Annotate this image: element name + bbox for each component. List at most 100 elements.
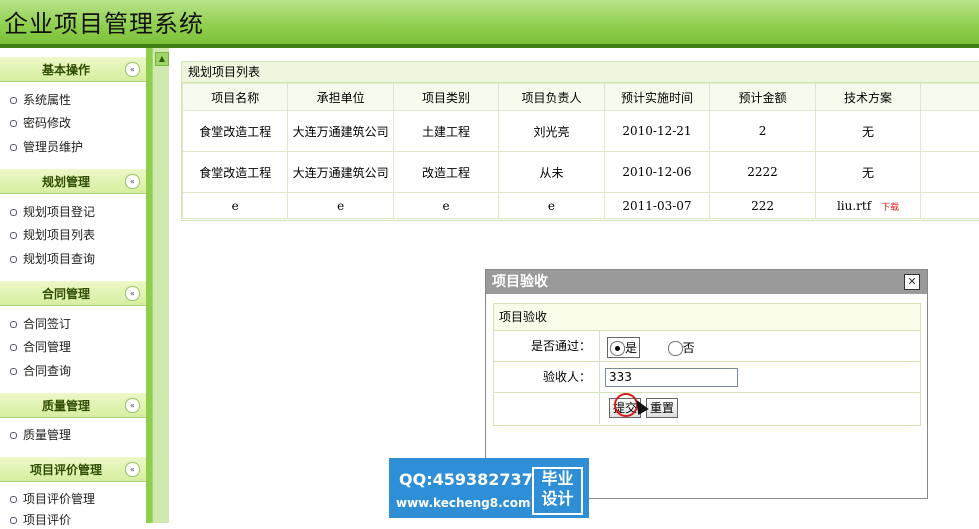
bullet-icon (10, 209, 17, 216)
bullet-icon (10, 144, 17, 151)
sidebar-item-label: 密码修改 (23, 116, 71, 130)
download-link[interactable]: 下载 (881, 203, 899, 213)
table-cell: 无 (815, 152, 921, 193)
bullet-icon (10, 368, 17, 375)
table-cell: 土建工程 (393, 111, 498, 152)
table-cell: 2222 (710, 152, 816, 193)
table-row[interactable]: 食堂改造工程 大连万通建筑公司 土建工程 刘光亮 2010-12-21 2 无 (183, 111, 979, 152)
table-cell (921, 193, 979, 219)
sidebar-item-evaluation[interactable]: 项目评价 (10, 511, 71, 529)
column-header: 承担单位 (288, 84, 393, 111)
sidebar-splitter[interactable]: ▲ (152, 48, 169, 523)
inspector-label: 验收人： (494, 362, 600, 392)
collapse-icon[interactable]: « (125, 174, 140, 189)
project-table: 项目名称 承担单位 项目类别 项目负责人 预计实施时间 预计金额 技术方案 食堂… (182, 83, 979, 219)
pass-yes-option[interactable]: 是 (607, 337, 640, 358)
sidebar-group-title: 基本操作 (0, 61, 132, 78)
table-cell: e (288, 193, 393, 219)
collapse-icon[interactable]: « (125, 62, 140, 77)
table-cell (921, 111, 979, 152)
sidebar-group-planning[interactable]: 规划管理 « (0, 169, 146, 194)
sidebar-item-quality[interactable]: 质量管理 (10, 426, 71, 444)
sidebar-group-title: 项目评价管理 (0, 461, 132, 478)
sidebar-item-admin[interactable]: 管理员维护 (10, 138, 83, 156)
dialog-titlebar[interactable]: 项目验收 ✕ (486, 270, 927, 294)
table-row[interactable]: e e e e 2011-03-07 222 liu.rtf下载 (183, 193, 979, 219)
bullet-icon (10, 432, 17, 439)
sidebar-item-label: 合同管理 (23, 340, 71, 354)
table-row[interactable]: 食堂改造工程 大连万通建筑公司 改造工程 从未 2010-12-06 2222 … (183, 152, 979, 193)
watermark-tag: 毕业 设计 (532, 467, 583, 515)
table-cell: 大连万通建筑公司 (288, 152, 393, 193)
app-header: 企业项目管理系统 (0, 0, 979, 44)
pass-options: 是 否 (607, 337, 697, 358)
action-label-cell (494, 393, 600, 424)
sidebar-group-quality[interactable]: 质量管理 « (0, 393, 146, 418)
column-header: 项目名称 (183, 84, 288, 111)
collapse-icon[interactable]: « (125, 398, 140, 413)
reset-button[interactable]: 重置 (646, 398, 678, 418)
sidebar-item-contract-query[interactable]: 合同查询 (10, 362, 71, 380)
sidebar-item-label: 项目评价 (23, 513, 71, 527)
collapse-icon[interactable]: « (125, 462, 140, 477)
table-cell: 从未 (499, 152, 604, 193)
sidebar-item-label: 规划项目列表 (23, 228, 95, 242)
project-list-panel: 规划项目列表 项目名称 承担单位 项目类别 项目负责人 预计实施时间 预计金额 … (181, 61, 979, 221)
table-cell: e (499, 193, 604, 219)
table-cell: e (183, 193, 288, 219)
sidebar-item-plan-query[interactable]: 规划项目查询 (10, 250, 95, 268)
table-cell: 2010-12-21 (604, 111, 710, 152)
table-cell: 无 (815, 111, 921, 152)
table-cell: 食堂改造工程 (183, 152, 288, 193)
pass-row: 是否通过： 是 否 (494, 331, 920, 362)
dialog-title: 项目验收 (492, 274, 548, 290)
radio-no-label: 否 (683, 341, 695, 355)
table-header-row: 项目名称 承担单位 项目类别 项目负责人 预计实施时间 预计金额 技术方案 (183, 84, 979, 111)
sidebar-item-contract-sign[interactable]: 合同签订 (10, 315, 71, 333)
table-cell: 改造工程 (393, 152, 498, 193)
sidebar-group-evaluation[interactable]: 项目评价管理 « (0, 457, 146, 482)
table-cell: e (393, 193, 498, 219)
table-cell: 食堂改造工程 (183, 111, 288, 152)
sidebar-item-plan-register[interactable]: 规划项目登记 (10, 203, 95, 221)
watermark-tag-line: 设计 (534, 489, 581, 509)
sidebar-item-password[interactable]: 密码修改 (10, 114, 71, 132)
table-cell: 222 (710, 193, 816, 219)
sidebar-item-label: 规划项目登记 (23, 205, 95, 219)
bullet-icon (10, 97, 17, 104)
table-cell: 2 (710, 111, 816, 152)
inspector-input[interactable]: 333 (605, 368, 738, 387)
file-name: liu.rtf (837, 199, 871, 213)
sidebar-item-label: 系统属性 (23, 93, 71, 107)
action-row: 提交 重置 (494, 393, 920, 424)
sidebar-item-label: 合同查询 (23, 364, 71, 378)
collapse-sidebar-icon[interactable]: ▲ (155, 52, 169, 66)
sidebar-group-contract[interactable]: 合同管理 « (0, 281, 146, 306)
bullet-icon (10, 344, 17, 351)
sidebar-item-label: 规划项目查询 (23, 252, 95, 266)
sidebar-item-label: 合同签订 (23, 317, 71, 331)
close-icon[interactable]: ✕ (904, 274, 920, 290)
bullet-icon (10, 120, 17, 127)
sidebar-item-evaluation-manage[interactable]: 项目评价管理 (10, 490, 95, 508)
column-header: 预计金额 (710, 84, 816, 111)
sidebar-item-contract-manage[interactable]: 合同管理 (10, 338, 71, 356)
acceptance-form: 项目验收 是否通过： 是 否 验收人： 333 提交 重置 (493, 303, 921, 426)
sidebar-group-title: 规划管理 (0, 173, 132, 190)
radio-no[interactable] (668, 341, 683, 356)
collapse-icon[interactable]: « (125, 286, 140, 301)
column-header: 项目负责人 (499, 84, 604, 111)
sidebar-group-basic[interactable]: 基本操作 « (0, 57, 146, 82)
bullet-icon (10, 232, 17, 239)
pass-no-option[interactable]: 否 (666, 338, 697, 357)
form-title: 项目验收 (494, 304, 920, 331)
column-header: 项目类别 (393, 84, 498, 111)
table-cell-file: liu.rtf 下载 (815, 193, 921, 219)
table-cell (921, 152, 979, 193)
sidebar-item-system-props[interactable]: 系统属性 (10, 91, 71, 109)
pass-label: 是否通过： (494, 331, 600, 361)
radio-yes[interactable] (610, 341, 625, 356)
watermark-banner: QQ:459382737 www.kecheng8.com 毕业 设计 (389, 458, 589, 518)
column-header-spacer (921, 84, 979, 111)
sidebar-item-plan-list[interactable]: 规划项目列表 (10, 226, 95, 244)
